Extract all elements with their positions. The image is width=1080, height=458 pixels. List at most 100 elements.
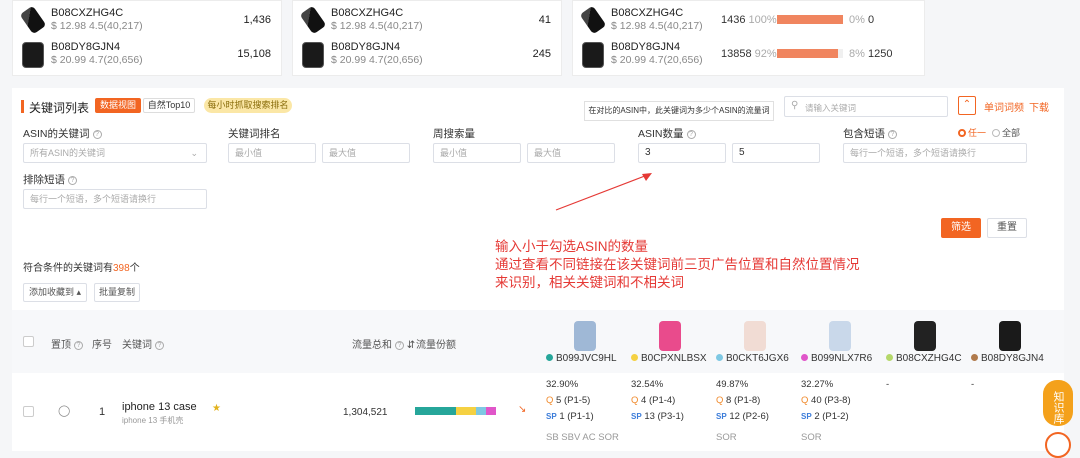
share-segment — [476, 407, 486, 415]
asin-count-max-input[interactable]: 5 — [732, 143, 820, 163]
asin-column-header[interactable]: B099NLX7R6 — [801, 353, 872, 364]
asin-column-header[interactable]: B0CKT6JGX6 — [716, 353, 789, 364]
product-row[interactable]: B08DY8GJN4 $ 20.99 4.7(20,656) 15,108 — [13, 41, 281, 73]
series-color-dot — [971, 354, 978, 361]
price-rating: $ 12.98 4.5(40,217) — [331, 20, 423, 32]
traffic-percent: 32.27% — [801, 379, 834, 390]
product-thumbnail[interactable] — [999, 321, 1021, 351]
asin-text: B08DY8GJN4 — [611, 41, 681, 53]
tools-icon[interactable]: ★ — [212, 403, 221, 414]
asin-column-header[interactable]: B099JVC9HL — [546, 353, 617, 364]
product-thumbnail[interactable] — [659, 321, 681, 351]
row-index: 1 — [99, 406, 106, 418]
ad-type-footer: SOR — [716, 432, 737, 443]
ad-type-footer: SOR — [801, 432, 822, 443]
search-icon: ⚲ — [791, 100, 799, 111]
hourly-rank-badge[interactable]: 每小时抓取搜索排名 — [204, 98, 292, 113]
tab-data-view[interactable]: 数据视图 — [95, 98, 141, 113]
product-thumbnail[interactable] — [829, 321, 851, 351]
tag-icon[interactable]: ◯ — [58, 404, 70, 417]
help-icon[interactable]: ? — [888, 130, 897, 139]
sponsored-rank: SP 12 (P2-6) — [716, 411, 769, 422]
select-all-checkbox[interactable] — [23, 336, 34, 347]
title-accent — [21, 100, 24, 113]
tab-natural-top10[interactable]: 自然Top10 — [143, 98, 195, 113]
asin-column-header[interactable]: B08DY8GJN4 — [971, 353, 1044, 364]
sponsored-rank: SP 13 (P3-1) — [631, 411, 684, 422]
collapse-up-icon[interactable]: ⌃ — [958, 96, 976, 115]
product-row[interactable]: B08CXZHG4C $ 12.98 4.5(40,217) 41 — [293, 5, 561, 39]
product-row[interactable]: B08DY8GJN4 $ 20.99 4.7(20,656) 13858 92%… — [573, 41, 924, 73]
share-bar-fill — [777, 49, 838, 58]
asin-column-header[interactable]: B0CPXNLBSX — [631, 353, 707, 364]
asin-rank-cell: - — [886, 377, 889, 393]
asin-text: B0CKT6JGX6 — [726, 353, 789, 364]
word-frequency-link[interactable]: 单词词频 — [984, 99, 1024, 114]
support-avatar-icon[interactable] — [1045, 432, 1071, 458]
annotation-arrow — [555, 173, 652, 211]
add-favorite-button[interactable]: 添加收藏到 ▴ — [23, 283, 87, 302]
reset-button[interactable]: 重置 — [987, 218, 1027, 238]
value-text: 245 — [532, 48, 551, 60]
knowledge-base-button[interactable]: 知识库 — [1043, 380, 1073, 426]
price-rating: $ 20.99 4.7(20,656) — [331, 54, 423, 66]
sponsored-rank: SP 2 (P1-2) — [801, 411, 849, 422]
asin-text: B08DY8GJN4 — [51, 41, 121, 53]
radio-all[interactable]: 全部 — [992, 126, 1020, 139]
value-text: 41 — [538, 14, 551, 26]
traffic-sum-header[interactable]: 流量总和? ⇵ — [352, 336, 415, 351]
asin-card-3: B08CXZHG4C $ 12.98 4.5(40,217) 1436 100%… — [572, 0, 925, 76]
help-icon[interactable]: ? — [68, 176, 77, 185]
search-placeholder: 请输入关键词 — [805, 103, 857, 113]
keyword-text[interactable]: iphone 13 case — [122, 401, 197, 413]
download-link[interactable]: 下载 — [1029, 99, 1049, 114]
asin-count-min-input[interactable]: 3 — [638, 143, 726, 163]
share-bar — [777, 49, 843, 58]
exclude-phrase-input[interactable]: 每行一个短语，多个短语请换行 — [23, 189, 207, 209]
product-thumbnail[interactable] — [574, 321, 596, 351]
traffic-percent: - — [886, 379, 890, 390]
product-row[interactable]: B08CXZHG4C $ 12.98 4.5(40,217) 1436 100%… — [573, 5, 924, 39]
traffic-percent: - — [971, 379, 975, 390]
product-thumbnail[interactable] — [744, 321, 766, 351]
keyword-rank-label: 关键词排名 — [228, 128, 281, 140]
rank-min-input[interactable]: 最小值 — [228, 143, 316, 163]
product-row[interactable]: B08DY8GJN4 $ 20.99 4.7(20,656) 245 — [293, 41, 561, 73]
rank-max-input[interactable]: 最大值 — [322, 143, 410, 163]
series-color-dot — [546, 354, 553, 361]
asin-keyword-label: ASIN的关键词? — [23, 126, 102, 141]
chart-icon[interactable]: ↘ — [518, 404, 526, 415]
asin-keyword-select[interactable]: 所有ASIN的关键词 ⌄ — [23, 143, 207, 163]
filter-button[interactable]: 筛选 — [941, 218, 981, 238]
keyword-translation: iphone 13 手机壳 — [122, 416, 184, 425]
include-phrase-label: 包含短语? — [843, 126, 897, 141]
price-rating: $ 20.99 4.7(20,656) — [611, 54, 703, 66]
batch-copy-button[interactable]: 批量复制 — [94, 283, 140, 302]
asin-rank-cell: 32.27% Q 40 (P3-8) SP 2 (P1-2) — [801, 377, 851, 425]
traffic-share-bar — [415, 407, 515, 415]
weekly-min-input[interactable]: 最小值 — [433, 143, 521, 163]
help-icon[interactable]: ? — [92, 130, 102, 139]
share-bar — [777, 15, 843, 24]
help-icon[interactable]: ? — [686, 130, 696, 139]
asin-text: B08CXZHG4C — [51, 7, 124, 19]
asin-rank-cell: 32.54% Q 4 (P1-4) SP 13 (P3-1) — [631, 377, 684, 425]
series-color-dot — [886, 354, 893, 361]
product-row[interactable]: B08CXZHG4C $ 12.98 4.5(40,217) 1,436 — [13, 5, 281, 39]
product-thumbnail[interactable] — [914, 321, 936, 351]
weekly-max-input[interactable]: 最大值 — [527, 143, 615, 163]
radio-any[interactable]: 任一 — [958, 126, 986, 139]
search-icon: Q — [546, 395, 554, 406]
asin-text: B099JVC9HL — [556, 353, 617, 364]
asin-column-header[interactable]: B08CXZHG4C — [886, 353, 962, 364]
keyword-list-panel: 关键词列表 数据视图 自然Top10 每小时抓取搜索排名 在对比的ASIN中，此… — [12, 88, 1064, 451]
index-header: 序号 — [92, 340, 112, 351]
row-checkbox[interactable] — [23, 406, 34, 417]
share-bar-fill — [777, 15, 843, 24]
value-text: 15,108 — [237, 48, 271, 60]
include-phrase-input[interactable]: 每行一个短语，多个短语请换行 — [843, 143, 1027, 163]
series-color-dot — [801, 354, 808, 361]
keyword-search-input[interactable]: ⚲ 请输入关键词 — [784, 96, 948, 117]
rest-text: 0% 0 — [849, 14, 875, 26]
price-rating: $ 12.98 4.5(40,217) — [51, 20, 143, 32]
